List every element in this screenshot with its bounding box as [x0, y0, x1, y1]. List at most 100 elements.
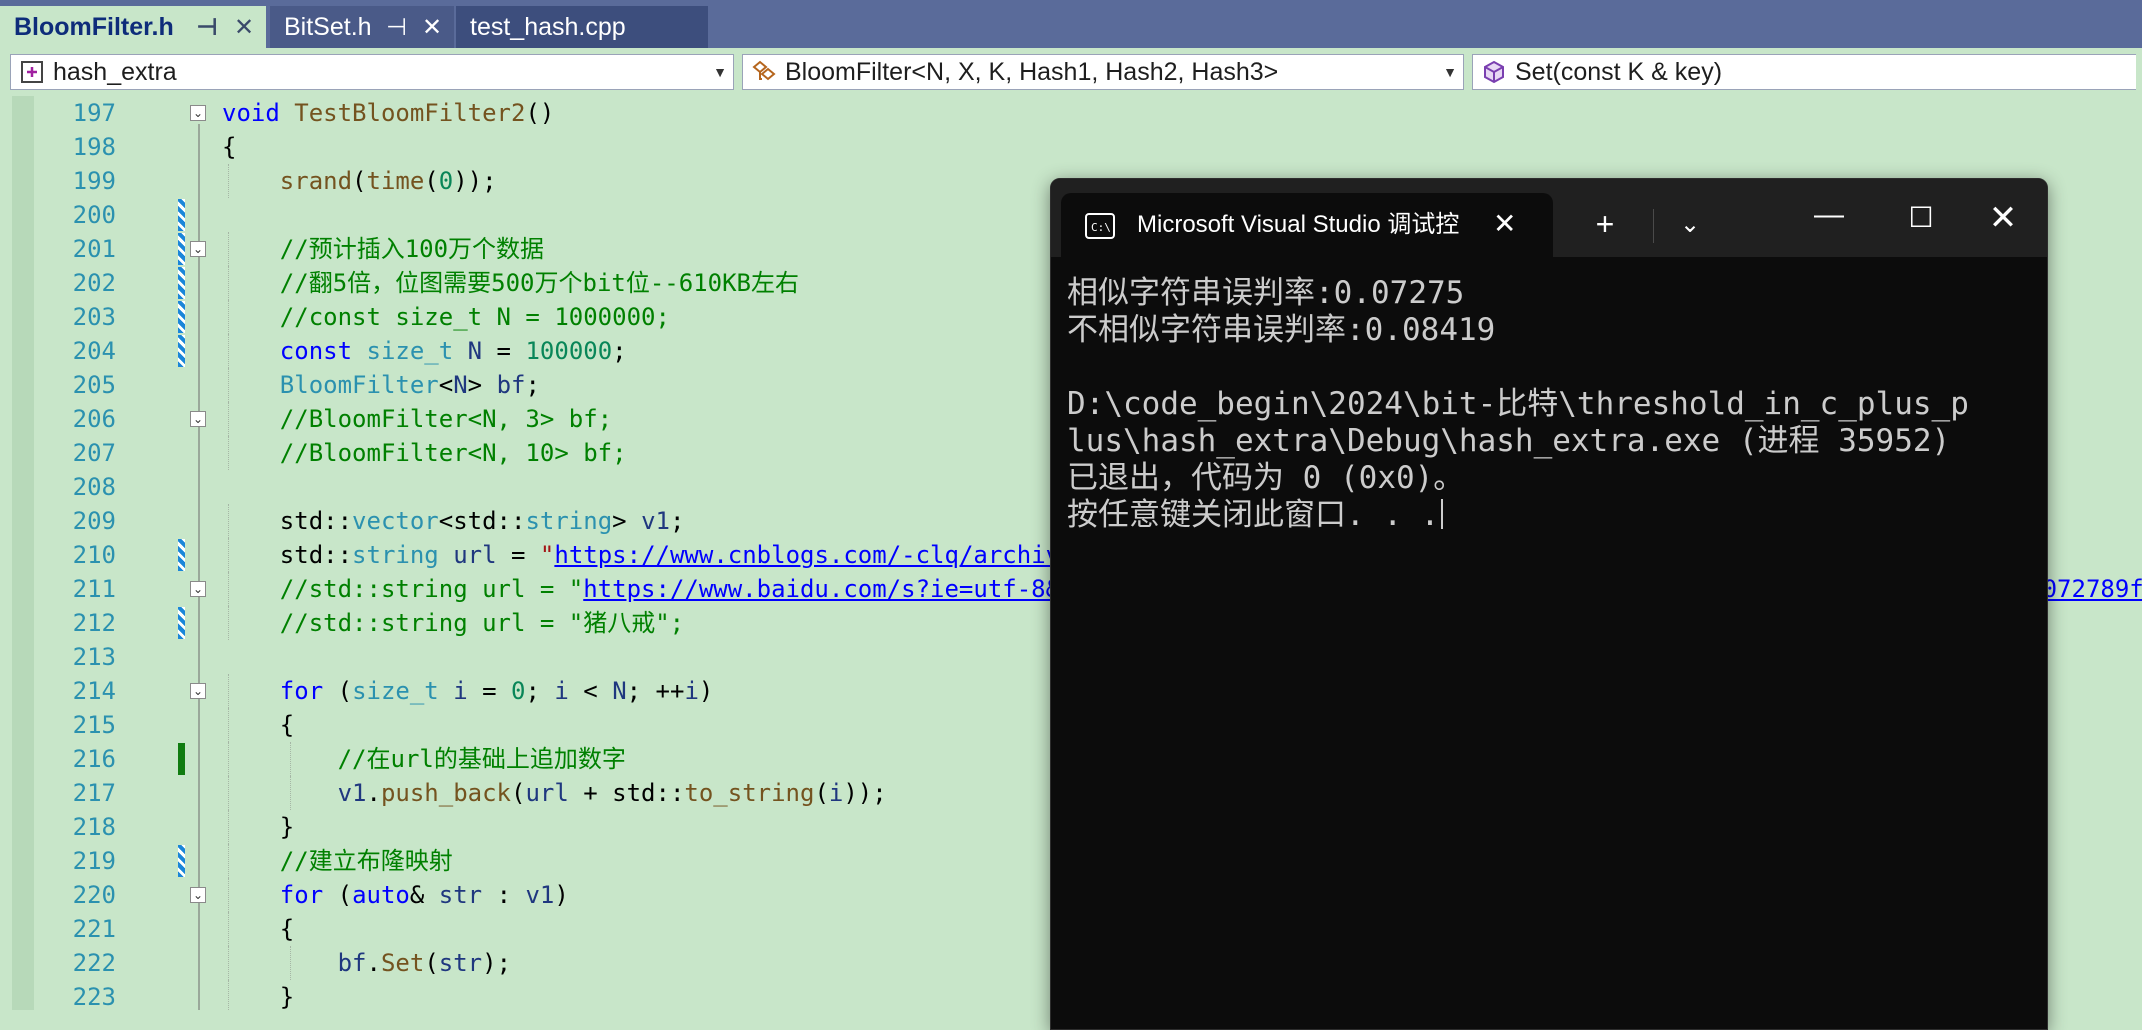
line-number: 203: [72, 303, 116, 331]
line-number: 210: [72, 541, 116, 569]
chevron-down-icon[interactable]: ⌄: [1663, 193, 1717, 257]
navigation-bar: hash_extra ▼ BloomFilter<N, X, K, Hash1,…: [0, 48, 2142, 98]
output-line: 相似字符串误判率:0.07275: [1067, 275, 1465, 311]
member-name: Set(const K & key): [1515, 57, 1723, 86]
class-template-icon: [752, 60, 776, 81]
debug-console-window[interactable]: C:\ Microsoft Visual Studio 调试控 ✕ + ⌄ — …: [1050, 178, 2048, 1030]
code-line[interactable]: 197 ⌄ void TestBloomFilter2(): [0, 96, 2142, 130]
chevron-down-icon: ▼: [713, 64, 727, 80]
code-token: >: [467, 371, 497, 399]
code-line[interactable]: 198 {: [0, 130, 2142, 164]
scope-name: BloomFilter<N, X, K, Hash1, Hash2, Hash3…: [785, 57, 1279, 86]
chevron-down-icon: ▼: [1443, 64, 1457, 80]
code-text: v1.push_back(url + std::to_string(i));: [222, 776, 887, 810]
line-number: 212: [72, 609, 116, 637]
close-icon[interactable]: ✕: [234, 6, 254, 48]
code-token: (: [323, 677, 353, 705]
code-token: =: [467, 677, 512, 705]
pin-icon[interactable]: ⊣: [196, 6, 218, 48]
code-token: .: [366, 779, 381, 807]
code-text: bf.Set(str);: [222, 946, 511, 980]
code-token: auto: [352, 881, 410, 909]
line-number: 207: [72, 439, 116, 467]
new-tab-button[interactable]: +: [1575, 193, 1635, 257]
code-text: //BloomFilter<N, 3> bf;: [222, 402, 612, 436]
code-text: void TestBloomFilter2(): [222, 96, 554, 130]
tab-label: test_hash.cpp: [470, 12, 626, 41]
svg-text:C:\: C:\: [1091, 221, 1111, 234]
tab-close-icon[interactable]: ✕: [1493, 193, 1516, 257]
code-token: size_t: [352, 677, 439, 705]
code-token: }: [222, 813, 295, 841]
member-dropdown[interactable]: Set(const K & key): [1472, 54, 2136, 90]
code-token: vector: [352, 507, 439, 535]
code-token: (: [424, 167, 439, 195]
line-number: 211: [72, 575, 116, 603]
code-token: BloomFilter: [279, 371, 439, 399]
code-text: //建立布隆映射: [222, 844, 453, 878]
tab-bloomfilter-h[interactable]: BloomFilter.h ⊣ ✕: [0, 6, 266, 48]
code-token: Set: [380, 949, 425, 977]
code-token: &: [409, 881, 439, 909]
code-token: i: [453, 677, 468, 705]
code-token: bf: [337, 949, 367, 977]
unsaved-change-marker: [178, 301, 185, 333]
collapse-toggle-icon[interactable]: ⌄: [190, 683, 206, 699]
code-token: + std::: [568, 779, 685, 807]
terminal-tab[interactable]: C:\ Microsoft Visual Studio 调试控 ✕: [1061, 193, 1553, 257]
collapse-toggle-icon[interactable]: ⌄: [190, 411, 206, 427]
maximize-button[interactable]: ☐: [1885, 179, 1957, 257]
code-text: BloomFilter<N> bf;: [222, 368, 540, 402]
tab-test-hash-cpp[interactable]: test_hash.cpp: [456, 6, 708, 48]
close-button[interactable]: ✕: [1967, 179, 2039, 257]
tab-label: BloomFilter.h: [14, 12, 174, 41]
code-token: .: [366, 949, 381, 977]
code-token: str: [438, 881, 483, 909]
tab-bitset-h[interactable]: BitSet.h ⊣ ✕: [270, 6, 454, 48]
method-cube-icon: [1484, 60, 1504, 84]
unsaved-change-marker: [178, 233, 185, 265]
collapse-toggle-icon[interactable]: ⌄: [190, 241, 206, 257]
code-token: ): [554, 881, 569, 909]
code-token: :: [482, 881, 526, 909]
scope-dropdown[interactable]: BloomFilter<N, X, K, Hash1, Hash2, Hash3…: [742, 54, 1464, 90]
document-tab-bar: BloomFilter.h ⊣ ✕ BitSet.h ⊣ ✕ test_hash…: [0, 0, 2142, 48]
code-token: <: [568, 677, 613, 705]
code-token: url: [453, 541, 497, 569]
code-token: TestBloomFilter2: [294, 99, 526, 127]
code-token: v1: [641, 507, 670, 535]
code-token: 100000: [525, 337, 613, 365]
line-number: 205: [72, 371, 116, 399]
line-number: 223: [72, 983, 116, 1010]
code-text: }: [222, 810, 294, 844]
line-number: 200: [72, 201, 116, 229]
line-number: 199: [72, 167, 116, 195]
collapse-toggle-icon[interactable]: ⌄: [190, 105, 206, 121]
collapse-toggle-icon[interactable]: ⌄: [190, 887, 206, 903]
code-token: ;: [669, 507, 685, 535]
project-dropdown[interactable]: hash_extra ▼: [10, 54, 734, 90]
code-text: //翻5倍，位图需要500万个bit位--610KB左右: [222, 266, 799, 300]
terminal-output[interactable]: 相似字符串误判率:0.07275 不相似字符串误判率:0.08419 D:\co…: [1067, 275, 2037, 534]
code-token: 0: [438, 167, 454, 195]
collapse-toggle-icon[interactable]: ⌄: [190, 581, 206, 597]
close-icon[interactable]: ✕: [422, 6, 442, 48]
code-token: std::: [279, 507, 353, 535]
minimize-button[interactable]: —: [1793, 179, 1865, 257]
line-number: 201: [72, 235, 116, 263]
pin-icon[interactable]: ⊣: [386, 6, 407, 48]
code-token: i: [828, 779, 844, 807]
code-token: <: [438, 371, 454, 399]
code-token: const: [279, 337, 353, 365]
code-text: for (auto& str : v1): [222, 878, 569, 912]
code-text: //预计插入100万个数据: [222, 232, 544, 266]
